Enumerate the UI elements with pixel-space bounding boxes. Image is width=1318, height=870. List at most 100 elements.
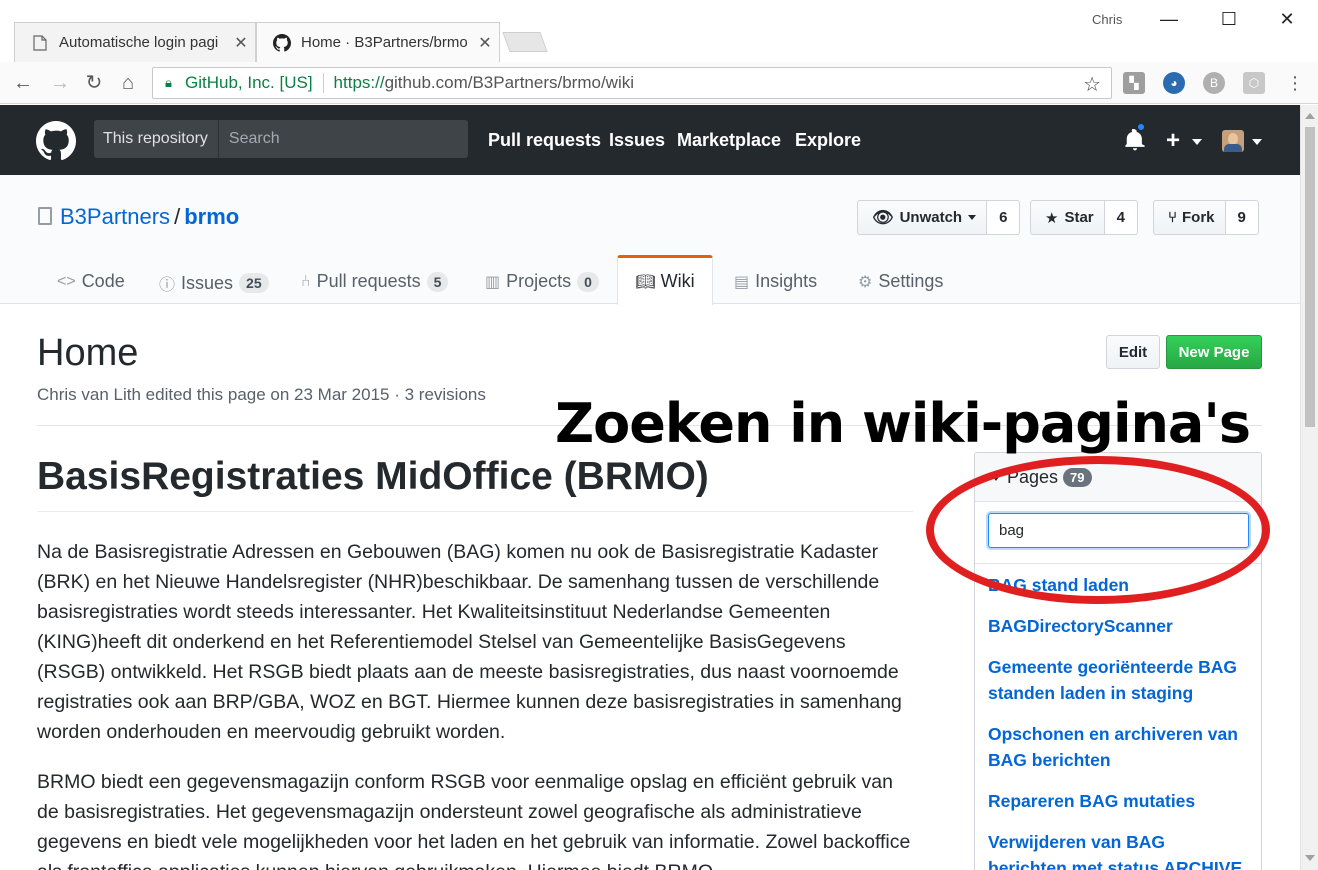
new-tab-button[interactable] [502,32,548,52]
browser-user-label[interactable]: Chris [1092,12,1122,27]
fork-group: ⑂ Fork 9 [1153,200,1259,235]
tab-label: Settings [878,271,944,291]
globe-icon[interactable]: ◕ [1163,72,1185,94]
tab-counter: 0 [577,271,599,292]
url-scheme: https:// [333,73,385,92]
tab-label: Pull requests [316,271,421,291]
github-logo-icon[interactable] [36,121,76,161]
star-button[interactable]: ★ Star [1030,200,1105,235]
repo-separator: / [174,204,181,229]
github-icon [273,33,291,52]
bell-icon[interactable] [1124,129,1146,151]
repo-name-link[interactable]: brmo [184,204,239,229]
repo-title: B3Partners / brmo [60,204,239,230]
chevron-down-icon [968,215,977,220]
tab-label: Wiki [660,271,695,291]
tab-title: Home · B3Partners/brmo [301,34,468,51]
repo-header: B3Partners / brmo 👁︎ Unwatch 6 ★ Star 4 ⑂ … [0,175,1300,305]
graph-icon: ▤ [734,273,750,291]
window-close-icon[interactable]: ✕ [1275,8,1299,32]
list-item[interactable]: BAG stand laden [988,572,1248,598]
list-item[interactable]: Gemeente georiënteerde BAG standen laden… [988,654,1248,706]
search-scope-label: This repository [94,120,219,158]
tab-title: Automatische login pagi [59,34,219,51]
nav-pull-requests[interactable]: Pull requests [488,130,601,151]
forks-count[interactable]: 9 [1225,200,1259,235]
watchers-count[interactable]: 6 [987,200,1021,235]
list-item[interactable]: Repareren BAG mutaties [988,788,1248,814]
fork-icon: ⑂ [1168,209,1178,226]
pages-list: BAG stand laden BAGDirectoryScanner Geme… [975,564,1261,870]
tab-label: Projects [506,271,572,291]
reload-icon[interactable]: ↻ [81,70,107,96]
chevron-down-icon[interactable] [1252,139,1262,145]
back-icon[interactable]: ← [10,70,36,96]
minimize-icon[interactable]: — [1157,8,1181,32]
pull-request-icon: ⑃ [301,272,311,290]
wiki-paragraph: Na de Basisregistratie Adressen en Gebou… [37,541,902,743]
filter-pages-input[interactable] [988,513,1249,548]
scroll-down-icon[interactable] [1305,855,1315,861]
chevron-down-icon[interactable] [1192,139,1202,145]
close-icon[interactable]: ✕ [227,33,255,53]
edit-button[interactable]: Edit [1106,335,1160,369]
gear-icon: ⚙ [858,273,873,291]
tab-projects[interactable]: ▥ Projects 0 [485,271,599,292]
scrollbar[interactable] [1300,105,1318,870]
repo-owner-link[interactable]: B3Partners [60,204,170,229]
project-icon: ▥ [485,273,501,291]
maximize-icon[interactable]: ☐ [1217,8,1241,32]
scroll-up-icon[interactable] [1305,113,1315,119]
notification-dot [1136,122,1146,132]
list-item[interactable]: Verwijderen van BAG berichten met status… [988,829,1248,870]
lock-icon: 🔒︎ [165,75,172,90]
nav-marketplace[interactable]: Marketplace [677,130,781,151]
bookmark-star-icon[interactable]: ☆ [1083,72,1101,97]
page-title: Home [37,332,139,374]
github-header: This repository Search Pull requests Iss… [0,105,1300,175]
document-icon [31,34,49,52]
new-page-button[interactable]: New Page [1166,335,1262,369]
issue-icon: ⓘ [159,277,176,294]
address-bar[interactable]: 🔒︎ GitHub, Inc. [US] https:// github.com… [152,67,1112,99]
pages-title: Pages [1007,466,1059,487]
tab-settings[interactable]: ⚙ Settings [858,271,943,292]
tab-pull-requests[interactable]: ⑃ Pull requests 5 [301,271,449,292]
tab-code[interactable]: <> Code [57,271,125,292]
tab-insights[interactable]: ▤ Insights [734,271,817,292]
box-extension-icon[interactable]: ⬡ [1243,72,1265,94]
stars-count[interactable]: 4 [1104,200,1138,235]
unwatch-label: Unwatch [899,209,963,226]
search-box[interactable]: This repository Search [94,120,468,158]
tab-issues[interactable]: ⓘ Issues 25 [159,271,269,295]
close-icon[interactable]: ✕ [471,33,499,53]
site-identity[interactable]: GitHub, Inc. [US] [185,73,313,93]
wiki-paragraph: BRMO biedt een gegevensmagazijn conform … [37,771,911,870]
b-extension-icon[interactable]: B [1203,72,1225,94]
browser-tab-github[interactable]: Home · B3Partners/brmo ✕ [256,22,500,62]
create-new-button[interactable]: + [1166,127,1180,155]
browser-tabstrip: Automatische login pagi ✕ Home · B3Partn… [0,0,1318,62]
avatar[interactable] [1222,130,1244,152]
star-group: ★ Star 4 [1030,200,1138,235]
list-item[interactable]: Opschonen en archiveren van BAG berichte… [988,721,1248,773]
list-item[interactable]: BAGDirectoryScanner [988,613,1248,639]
watch-group: 👁︎ Unwatch 6 [857,200,1021,235]
fork-label: Fork [1182,209,1215,226]
browser-tab-login[interactable]: Automatische login pagi ✕ [14,22,256,62]
search-input[interactable]: Search [219,130,280,148]
wiki-pages-sidebar: Pages 79 BAG stand laden BAGDirectorySca… [974,452,1262,870]
menu-icon[interactable]: ⋮ [1282,70,1308,96]
pages-toggle[interactable]: Pages 79 [975,453,1261,502]
puzzle-icon[interactable]: ▚ [1123,72,1145,94]
triangle-down-icon [991,473,1001,481]
scroll-thumb[interactable] [1305,127,1315,427]
nav-issues[interactable]: Issues [609,130,665,151]
fork-button[interactable]: ⑂ Fork [1153,200,1226,235]
tab-wiki[interactable]: 📖︎ Wiki [617,255,713,305]
nav-explore[interactable]: Explore [795,130,861,151]
home-icon[interactable]: ⌂ [115,70,141,96]
forward-icon[interactable]: → [47,70,73,96]
repo-icon [38,207,52,225]
unwatch-button[interactable]: 👁︎ Unwatch [857,200,988,235]
